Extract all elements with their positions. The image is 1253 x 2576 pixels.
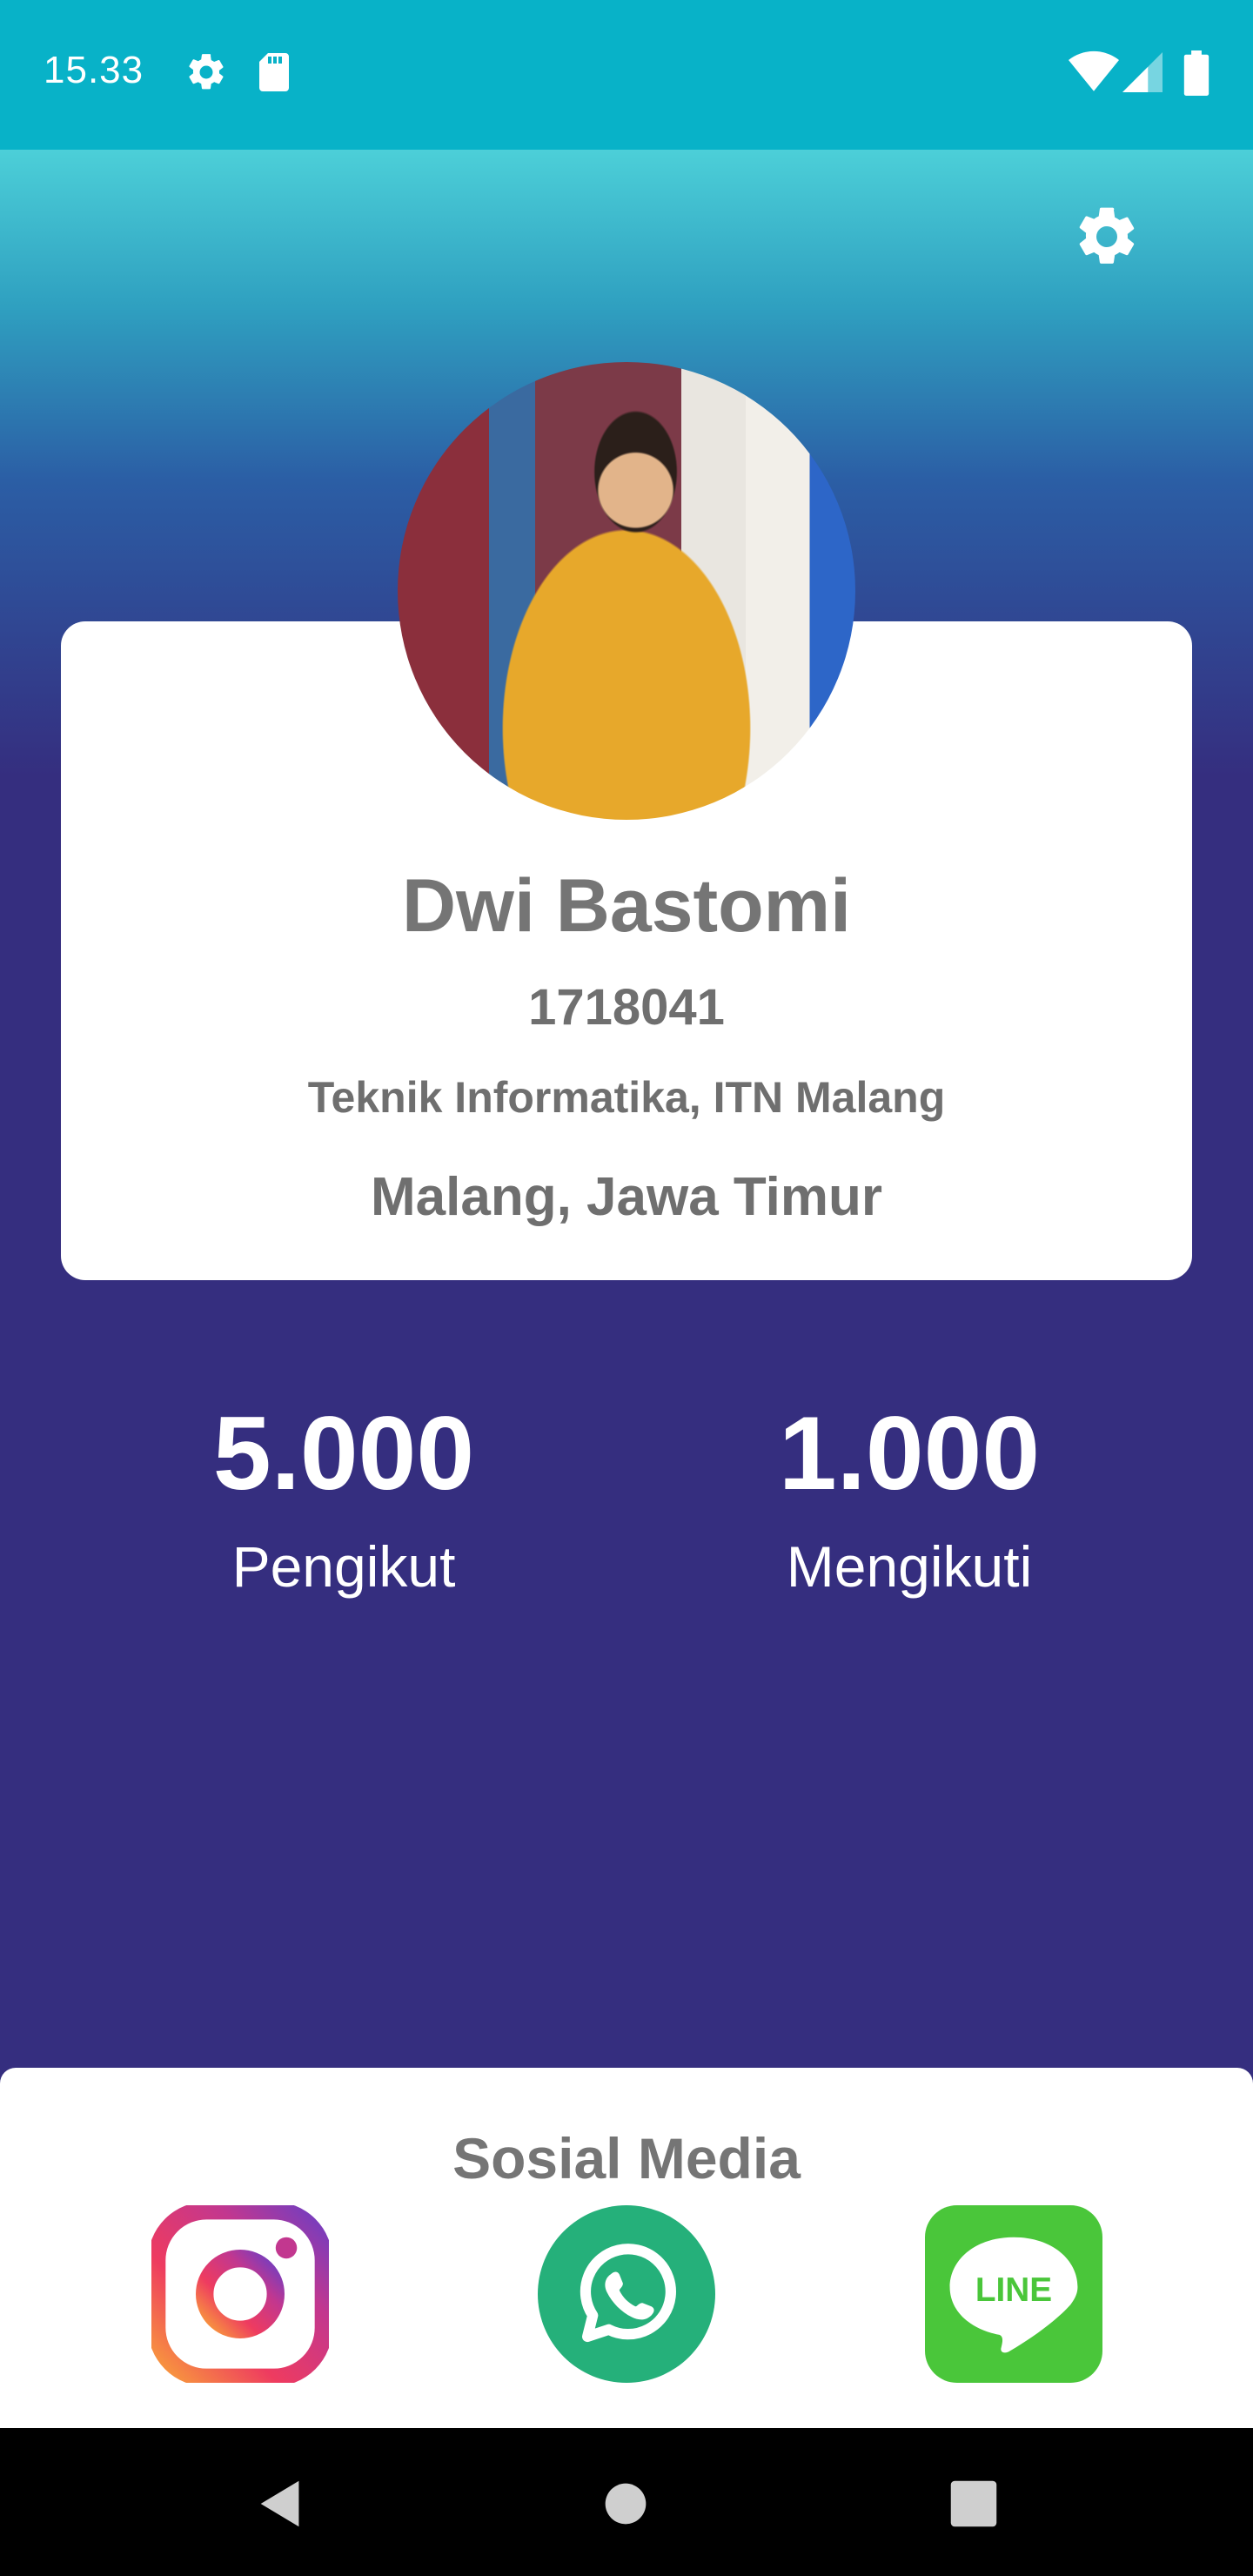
settings-status-icon	[189, 54, 224, 90]
battery-icon	[1183, 50, 1209, 96]
line-icon-text: LINE	[975, 2271, 1052, 2309]
whatsapp-icon[interactable]	[538, 2205, 715, 2383]
following-count: 1.000	[778, 1395, 1041, 1512]
signal-icon	[1122, 52, 1163, 92]
followers-count: 5.000	[212, 1395, 475, 1512]
social-media-title: Sosial Media	[452, 2126, 801, 2190]
wifi-icon	[1069, 50, 1119, 91]
following-stat[interactable]: 1.000 Mengikuti	[648, 1401, 1170, 1600]
home-icon[interactable]	[595, 2473, 656, 2534]
line-icon[interactable]: LINE	[925, 2205, 1102, 2383]
status-time: 15.33	[44, 49, 144, 91]
profile-nim: 1718041	[528, 979, 725, 1036]
sd-card-icon	[259, 53, 289, 91]
following-label: Mengikuti	[786, 1534, 1033, 1599]
gear-icon[interactable]	[1072, 202, 1142, 272]
profile-location: Malang, Jawa Timur	[370, 1167, 883, 1227]
back-icon[interactable]	[251, 2473, 312, 2534]
status-bar: 15.33	[0, 0, 1253, 150]
navigation-bar	[0, 2428, 1253, 2576]
profile-name: Dwi Bastomi	[401, 864, 852, 948]
instagram-icon[interactable]	[151, 2205, 329, 2383]
social-media-panel: Sosial Media LINE	[0, 2068, 1253, 2428]
avatar[interactable]	[398, 362, 855, 820]
followers-label: Pengikut	[231, 1534, 456, 1599]
recent-apps-icon[interactable]	[943, 2473, 1004, 2534]
followers-stat[interactable]: 5.000 Pengikut	[83, 1401, 605, 1600]
profile-major: Teknik Informatika, ITN Malang	[307, 1073, 946, 1122]
